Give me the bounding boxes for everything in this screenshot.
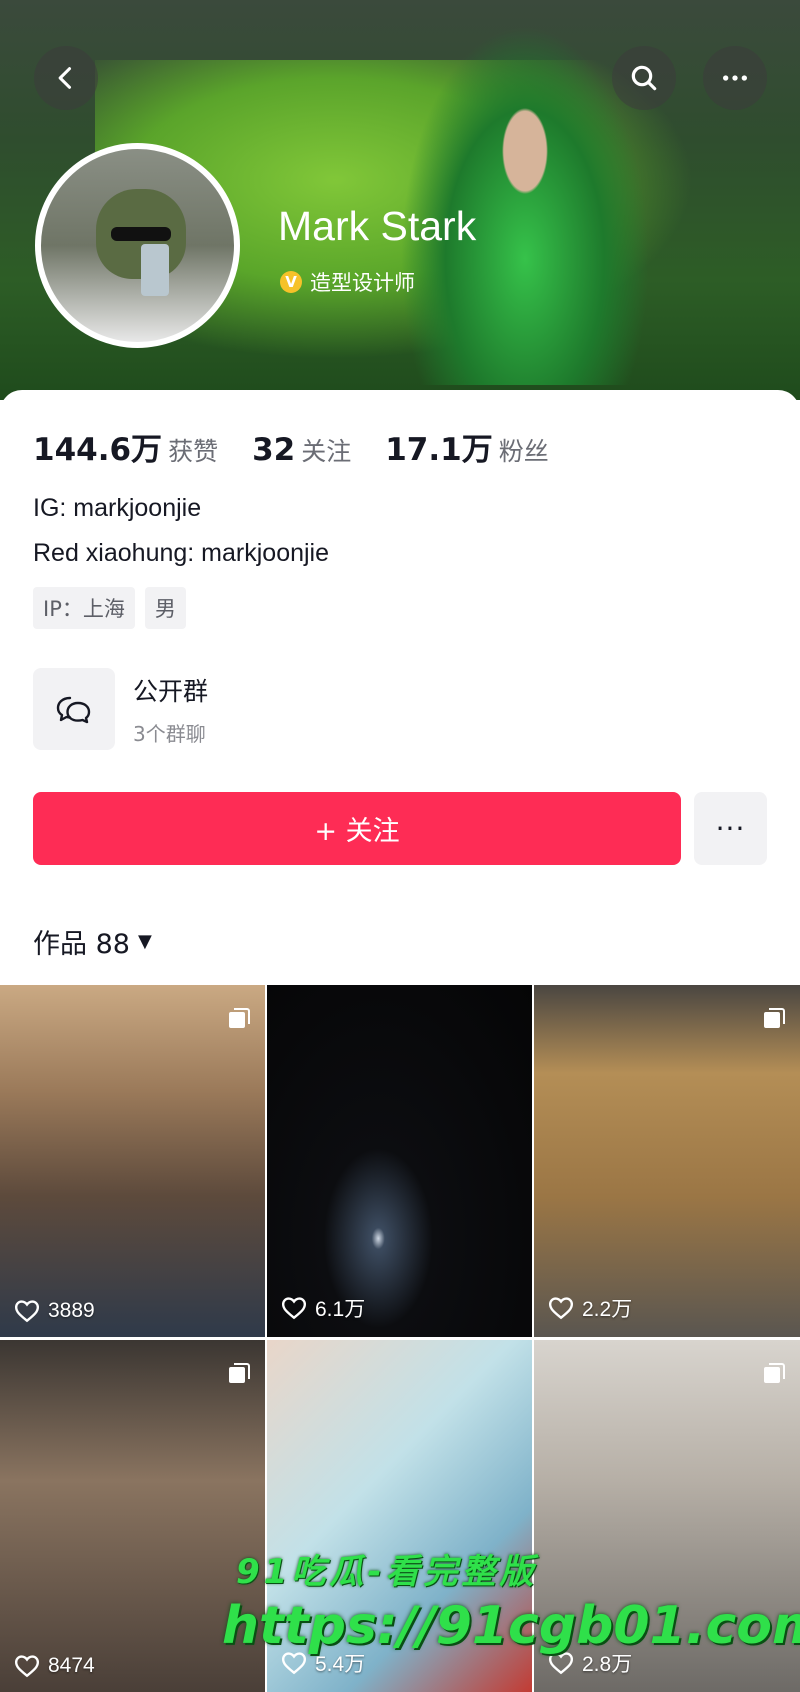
following-count[interactable]: 32 [252, 432, 295, 468]
likes-label: 获赞 [168, 437, 219, 466]
video-likes: 3889 [14, 1299, 95, 1323]
video-likes-count: 3889 [48, 1299, 95, 1322]
video-likes: 8474 [14, 1654, 95, 1678]
heart-icon [14, 1655, 40, 1678]
avatar-phone-shape [141, 244, 169, 296]
chat-bubbles-icon [56, 696, 91, 724]
video-likes-count: 6.1万 [315, 1298, 366, 1321]
more-actions-button[interactable]: ··· [694, 792, 767, 865]
video-thumbnail[interactable]: 3889 [0, 985, 265, 1337]
multi-image-icon [229, 1363, 250, 1383]
works-label: 作品 88 [33, 929, 130, 960]
avatar[interactable] [35, 143, 240, 348]
search-button[interactable] [612, 46, 676, 110]
group-subtitle: 3个群聊 [133, 721, 206, 746]
group-text: 公开群 3个群聊 [133, 672, 208, 747]
bio-line-2: Red xiaohung: markjoonjie [33, 539, 330, 567]
likes-count: 144.6万 [33, 432, 163, 468]
chevron-left-icon [58, 67, 72, 89]
watermark-url: https://91cgb01.com [222, 1596, 800, 1656]
following-label[interactable]: 关注 [301, 432, 351, 468]
heart-icon [281, 1297, 307, 1320]
video-likes-count: 8474 [48, 1654, 95, 1677]
video-thumbnail[interactable]: 6.1万 [267, 985, 532, 1337]
works-tab[interactable]: 作品 88 ▼ [33, 922, 152, 961]
verification-row: V 造型设计师 [280, 267, 415, 297]
watermark-caption: 91吃瓜-看完整版 [236, 1552, 538, 1592]
gender-tag: 男 [144, 587, 186, 629]
avatar-glasses-shape [111, 227, 171, 241]
more-options-button[interactable] [703, 46, 767, 110]
group-title: 公开群 [133, 676, 209, 706]
multi-image-icon [764, 1363, 785, 1383]
heart-icon [548, 1297, 574, 1320]
profile-tags: IP：上海 男 [33, 587, 186, 629]
verified-badge-icon: V [280, 271, 302, 293]
multi-image-icon [229, 1008, 250, 1028]
more-horizontal-icon [723, 75, 747, 81]
video-likes: 6.1万 [281, 1293, 365, 1323]
followers-count[interactable]: 17.1万 [385, 424, 493, 469]
profile-name: Mark Stark [278, 203, 477, 249]
video-likes: 2.2万 [548, 1293, 632, 1323]
follow-button[interactable]: + 关注 [33, 792, 681, 865]
video-thumbnail[interactable]: 2.2万 [534, 985, 800, 1337]
followers-label[interactable]: 粉丝 [499, 432, 549, 468]
multi-image-icon [764, 1008, 785, 1028]
heart-icon [14, 1300, 40, 1323]
video-likes-count: 2.2万 [582, 1298, 633, 1321]
back-button[interactable] [34, 46, 98, 110]
verification-label: 造型设计师 [310, 271, 415, 295]
ip-tag: IP：上海 [33, 587, 135, 629]
dropdown-arrow-icon: ▼ [137, 931, 152, 952]
group-icon-box [33, 668, 115, 750]
search-icon [631, 65, 657, 91]
public-group-entry[interactable]: 公开群 3个群聊 [33, 668, 208, 750]
stats-row: 144.6万 获赞 32 关注 17.1万 粉丝 [33, 424, 583, 469]
bio-line-1: IG: markjoonjie [33, 494, 202, 522]
